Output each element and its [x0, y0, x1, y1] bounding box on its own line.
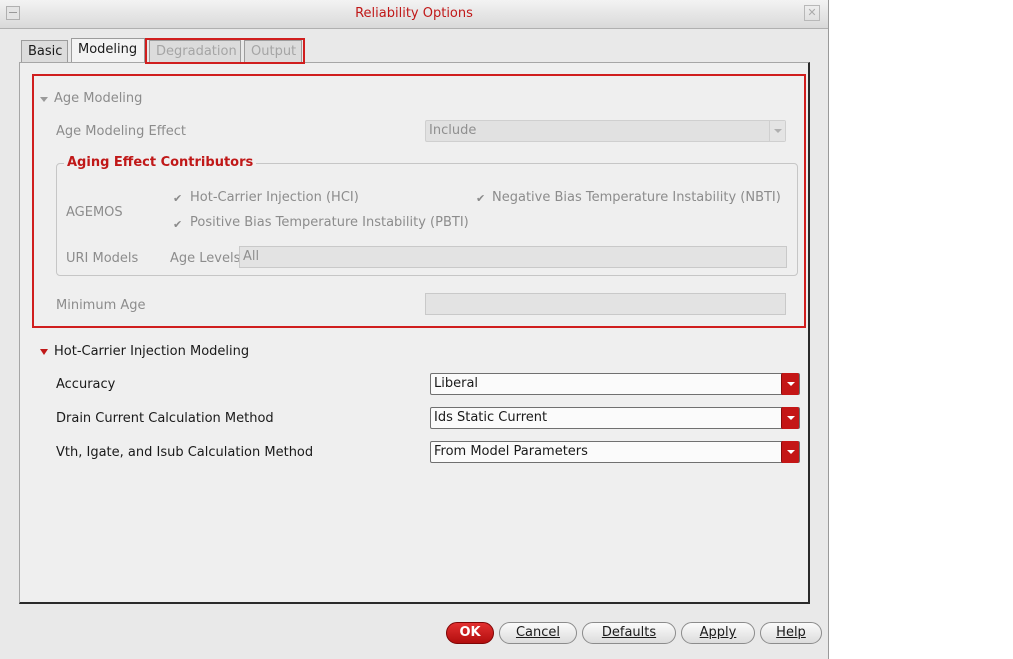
accuracy-select[interactable]: Liberal — [430, 373, 800, 395]
drain-current-method-label: Drain Current Calculation Method — [56, 411, 274, 426]
help-button-label: Help — [776, 625, 806, 640]
vth-igate-isub-method-label: Vth, Igate, and Isub Calculation Method — [56, 445, 314, 460]
drain-current-method-value: Ids Static Current — [434, 410, 548, 425]
cancel-button-label: Cancel — [515, 625, 561, 640]
help-button[interactable]: Help — [760, 622, 822, 644]
vth-igate-isub-method-select[interactable]: From Model Parameters — [430, 441, 800, 463]
dropdown-arrow-icon — [781, 441, 799, 463]
reliability-options-window: Reliability Options ✕ Basic Modeling Deg… — [0, 0, 829, 659]
tabs-highlight-box — [145, 38, 305, 64]
dropdown-arrow-icon — [781, 373, 799, 395]
ok-button[interactable]: OK — [446, 622, 494, 644]
apply-button-label: Apply — [699, 625, 737, 640]
age-modeling-highlight-box — [32, 74, 806, 328]
window-title: Reliability Options — [355, 6, 473, 21]
defaults-button-label: Defaults — [601, 625, 657, 640]
accuracy-value: Liberal — [434, 376, 479, 391]
vth-igate-isub-method-value: From Model Parameters — [434, 444, 588, 459]
drain-current-method-select[interactable]: Ids Static Current — [430, 407, 800, 429]
apply-button[interactable]: Apply — [681, 622, 755, 644]
tab-basic[interactable]: Basic — [21, 40, 68, 62]
accuracy-label: Accuracy — [56, 377, 116, 392]
collapse-arrow-icon[interactable] — [40, 349, 48, 355]
close-icon[interactable]: ✕ — [804, 5, 820, 21]
dropdown-arrow-icon — [781, 407, 799, 429]
cancel-button[interactable]: Cancel — [499, 622, 577, 644]
tab-modeling[interactable]: Modeling — [71, 38, 145, 62]
title-bar[interactable]: Reliability Options ✕ — [0, 0, 828, 29]
hci-modeling-section-label[interactable]: Hot-Carrier Injection Modeling — [54, 344, 249, 359]
defaults-button[interactable]: Defaults — [582, 622, 676, 644]
